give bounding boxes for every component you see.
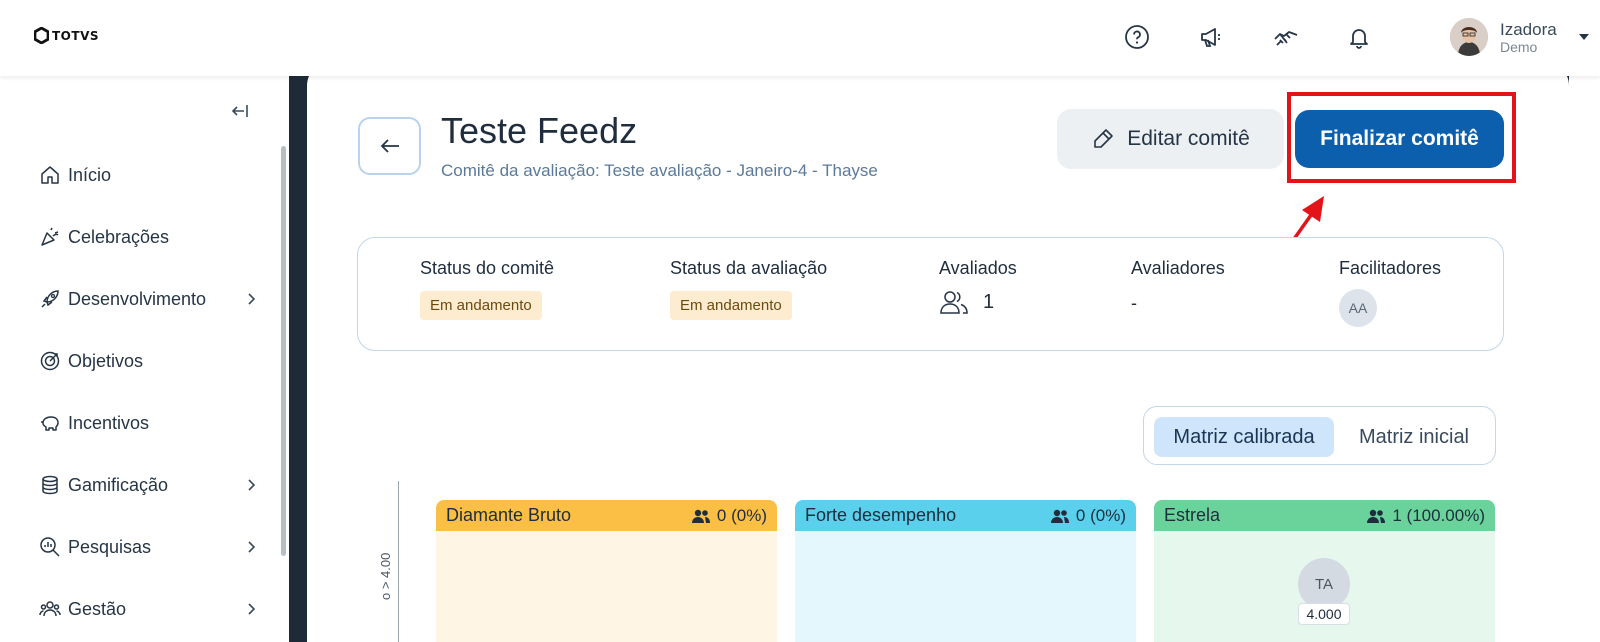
sidebar-item-label: Desenvolvimento <box>68 288 207 309</box>
piggy-bank-icon <box>38 411 62 435</box>
help-icon[interactable] <box>1122 22 1152 52</box>
target-icon <box>38 349 62 373</box>
highlight-annotation <box>1287 92 1516 183</box>
sidebar-item-celebracoes[interactable]: Celebrações <box>38 222 258 252</box>
sidebar-item-inicio[interactable]: Início <box>38 160 258 190</box>
chevron-right-icon <box>248 603 256 615</box>
home-icon <box>38 163 62 187</box>
coins-icon <box>38 473 62 497</box>
sidebar-item-label: Gestão <box>68 598 127 619</box>
user-menu[interactable]: Izadora Demo <box>1450 18 1557 56</box>
cell-count: 0 (0%) <box>1075 505 1126 525</box>
cell-count: 0 (0%) <box>716 505 767 525</box>
user-name: Izadora <box>1500 19 1557 39</box>
status-badge: Em andamento <box>670 291 792 320</box>
arrow-left-icon <box>380 139 399 153</box>
sidebar-item-label: Pesquisas <box>68 536 152 557</box>
edit-committee-button[interactable]: Editar comitê <box>1057 109 1284 169</box>
cell-title: Forte desempenho <box>805 505 957 525</box>
matrix-cell-estrela: Estrela 1 (100.00%) TA 4.000 <box>1154 500 1495 642</box>
users-icon <box>1050 509 1069 523</box>
cell-body <box>436 531 777 642</box>
user-avatar <box>1450 18 1488 56</box>
member-score: 4.000 <box>1298 603 1350 625</box>
edit-icon <box>1094 129 1114 148</box>
matrix-cell-forte-desempenho: Forte desempenho 0 (0%) <box>795 500 1136 642</box>
sidebar-item-gestao[interactable]: Gestão <box>38 594 258 624</box>
search-chart-icon <box>38 535 62 559</box>
sidebar-item-objetivos[interactable]: Objetivos <box>38 346 258 376</box>
caret-down-icon[interactable] <box>1578 32 1590 42</box>
cell-body: TA 4.000 <box>1154 531 1495 642</box>
evaluation-status-label: Status da avaliação <box>670 258 828 278</box>
committee-status-label: Status do comitê <box>420 258 555 278</box>
matrix-cell-diamante-bruto: Diamante Bruto 0 (0%) <box>436 500 777 642</box>
cell-header: Forte desempenho 0 (0%) <box>795 500 1136 531</box>
party-icon <box>38 225 62 249</box>
page-subtitle: Comitê da avaliação: Teste avaliação - J… <box>441 161 878 180</box>
sidebar-item-pesquisas[interactable]: Pesquisas <box>38 532 258 562</box>
status-badge: Em andamento <box>420 291 542 320</box>
chevron-right-icon <box>248 479 256 491</box>
page-title: Teste Feedz <box>441 110 638 151</box>
tab-matriz-calibrada[interactable]: Matriz calibrada <box>1154 417 1334 457</box>
rocket-icon <box>38 287 62 311</box>
cell-header: Estrela 1 (100.00%) <box>1154 500 1495 531</box>
evaluated-count: 1 <box>983 290 995 313</box>
handshake-icon[interactable] <box>1271 22 1301 52</box>
y-axis-label: o > 4.00 <box>378 552 393 600</box>
sidebar-item-label: Celebrações <box>68 226 170 247</box>
facilitator-avatar[interactable]: AA <box>1339 289 1377 327</box>
sidebar-item-label: Gamificação <box>68 474 169 495</box>
evaluators-value: - <box>1131 293 1137 313</box>
evaluated-label: Avaliados <box>939 258 1017 278</box>
cell-count: 1 (100.00%) <box>1392 505 1485 525</box>
users-icon <box>940 291 968 314</box>
megaphone-icon[interactable] <box>1196 22 1226 52</box>
users-icon <box>691 509 710 523</box>
logo-text: TOTVS <box>52 28 100 43</box>
sidebar-item-incentivos[interactable]: Incentivos <box>38 408 258 438</box>
bell-icon[interactable] <box>1344 22 1374 52</box>
evaluators-label: Avaliadores <box>1131 258 1225 278</box>
chevron-right-icon <box>248 293 256 305</box>
sidebar-scrollbar[interactable] <box>281 146 286 556</box>
top-bar: TOTVS Izadora Demo <box>0 0 1600 76</box>
users-icon <box>1367 509 1386 523</box>
cell-title: Estrela <box>1164 505 1221 525</box>
collapse-sidebar-icon[interactable] <box>230 101 250 121</box>
sidebar-item-label: Objetivos <box>68 350 144 371</box>
sidebar-item-desenvolvimento[interactable]: Desenvolvimento <box>38 284 258 314</box>
back-button[interactable] <box>358 117 421 175</box>
tab-matriz-inicial[interactable]: Matriz inicial <box>1342 417 1486 457</box>
committee-summary-card: Status do comitê Em andamento Status da … <box>357 237 1504 351</box>
cell-title: Diamante Bruto <box>446 505 572 525</box>
sidebar-item-gamificacao[interactable]: Gamificação <box>38 470 258 500</box>
facilitators-label: Facilitadores <box>1339 258 1442 278</box>
team-icon <box>38 597 62 621</box>
y-axis-line <box>398 481 399 642</box>
user-role: Demo <box>1500 38 1538 55</box>
edit-committee-label: Editar comitê <box>1127 127 1250 150</box>
cell-body <box>795 531 1136 642</box>
matrix-toggle: Matriz calibrada Matriz inicial <box>1143 406 1496 465</box>
sidebar-item-label: Incentivos <box>68 412 150 433</box>
sidebar-item-label: Início <box>68 164 112 185</box>
chevron-right-icon <box>248 541 256 553</box>
cell-header: Diamante Bruto 0 (0%) <box>436 500 777 531</box>
totvs-logo[interactable]: TOTVS <box>34 27 99 44</box>
totvs-logo-icon <box>34 27 49 44</box>
